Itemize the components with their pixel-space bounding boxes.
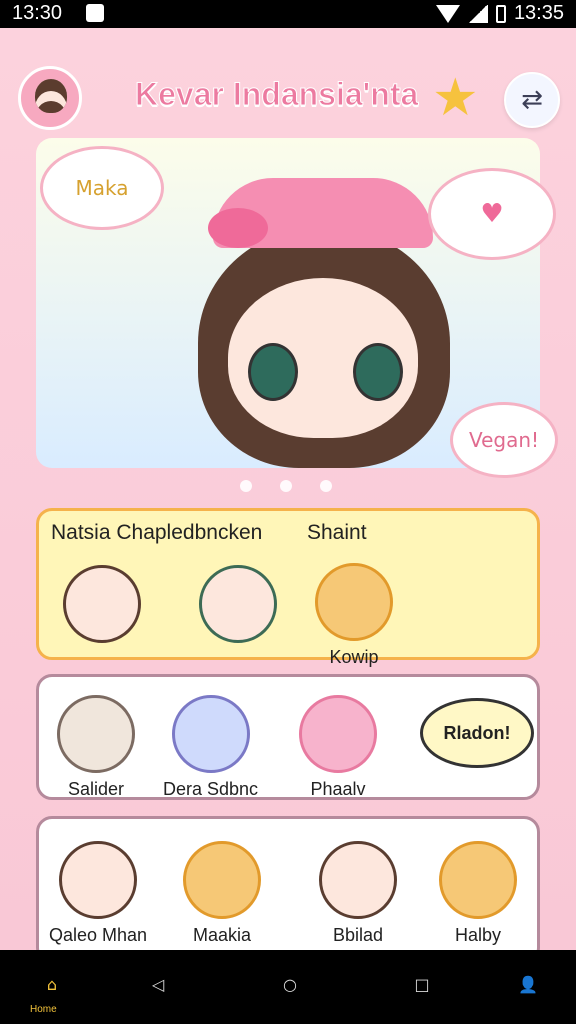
- character-item[interactable]: Qaleo Mhan: [49, 841, 147, 946]
- app-screen: Kevar Indansia'nta ★ ⇄ Maka ♥ Vegan! Nat…: [0, 28, 576, 964]
- character-item[interactable]: Maakia: [183, 841, 261, 946]
- notification-icon: [86, 4, 104, 22]
- speech-bubble-right: ♥: [428, 168, 556, 260]
- bottom-nav: ⌂ Home ◁ ○ □ 👤: [0, 950, 576, 1024]
- status-time-right: 13:35: [513, 2, 564, 24]
- character-item[interactable]: Salider: [57, 695, 135, 800]
- carousel-dots: [240, 480, 332, 492]
- speech-bubble: Rladon!: [420, 698, 534, 768]
- featured-character: [188, 178, 460, 468]
- character-avatar: [63, 565, 141, 643]
- character-avatar: [299, 695, 377, 773]
- character-label: Phaalv: [310, 779, 366, 799]
- character-avatar: [439, 841, 517, 919]
- character-avatar: [315, 563, 393, 641]
- character-label: Kowip: [329, 647, 379, 667]
- character-item[interactable]: Dera Sdbnc: [163, 695, 258, 800]
- sync-button[interactable]: ⇄: [504, 72, 560, 128]
- square-icon[interactable]: □: [402, 964, 442, 1004]
- character-item[interactable]: Kowip: [315, 563, 393, 668]
- wifi-icon: [435, 4, 460, 23]
- profile-avatar[interactable]: [18, 66, 82, 130]
- home-icon[interactable]: ⌂: [32, 964, 72, 1004]
- character-item[interactable]: Bbilad: [319, 841, 397, 946]
- bubble-vegan-text: Vegan!: [468, 428, 540, 452]
- speech-bubble-left: Maka: [40, 146, 164, 230]
- status-time: 13:30: [12, 2, 63, 24]
- profile-icon[interactable]: 👤: [508, 964, 548, 1004]
- character-item[interactable]: [63, 565, 141, 649]
- star-icon: ★: [432, 68, 479, 128]
- character-avatar: [319, 841, 397, 919]
- carousel-dot[interactable]: [240, 480, 252, 492]
- back-icon[interactable]: ◁: [138, 964, 178, 1004]
- carousel-dot[interactable]: [280, 480, 292, 492]
- character-label: Maakia: [192, 925, 252, 945]
- speech-bubble-vegan: Vegan!: [450, 402, 558, 478]
- character-label: Halby: [454, 925, 502, 945]
- character-item[interactable]: [199, 565, 277, 649]
- character-avatar: [199, 565, 277, 643]
- carousel-dot[interactable]: [320, 480, 332, 492]
- character-item[interactable]: Halby: [439, 841, 517, 946]
- home-label: Home: [30, 1004, 57, 1015]
- circle-icon[interactable]: ○: [270, 964, 310, 1004]
- app-title: Kevar Indansia'nta: [135, 76, 419, 113]
- status-right: 13:35: [435, 2, 564, 25]
- character-avatar: [57, 695, 135, 773]
- character-label: Dera Sdbnc: [163, 779, 259, 799]
- panel1-title-right: Shaint: [307, 521, 367, 544]
- battery-icon: [495, 4, 506, 23]
- bubble-left-text: Maka: [75, 176, 129, 200]
- character-label: Bbilad: [332, 925, 384, 945]
- character-avatar: [59, 841, 138, 919]
- panel-characters-1: Natsia Chapledbncken Shaint Kowip: [36, 508, 540, 667]
- character-item[interactable]: Phaalv: [299, 695, 377, 800]
- character-avatar: [183, 841, 261, 919]
- heart-icon: ♥: [480, 199, 504, 229]
- speech-text: Rladon!: [443, 722, 511, 743]
- character-label: Qaleo Mhan: [49, 925, 148, 945]
- character-label: Salider: [67, 779, 125, 799]
- panel1-title-left: Natsia Chapledbncken: [51, 521, 263, 544]
- status-bar: 13:30 13:35: [0, 0, 576, 28]
- panel-characters-3: Qaleo Mhan Maakia Bbilad Halby: [36, 816, 540, 964]
- character-avatar: [171, 695, 250, 773]
- signal-icon: [467, 4, 488, 23]
